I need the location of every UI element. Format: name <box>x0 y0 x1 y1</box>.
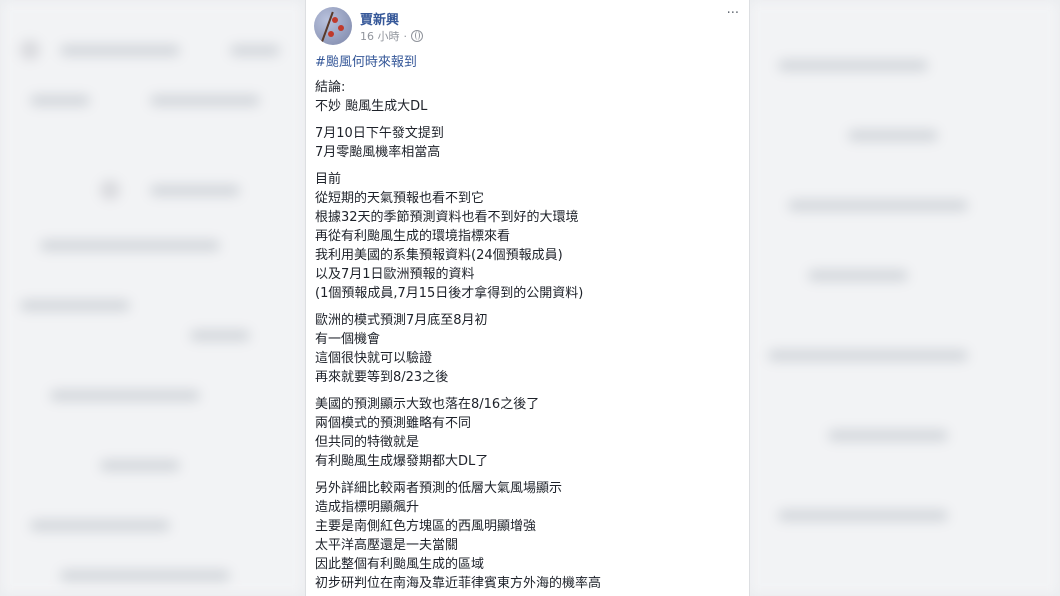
paragraph: 另外詳細比較兩者預測的低層大氣風場顯示 造成指標明顯飆升 主要是南側紅色方塊區的… <box>315 479 740 593</box>
text-line: 太平洋高壓還是一夫當關 <box>315 538 459 553</box>
text-line: 兩個模式的預測雖略有不同 <box>315 416 472 431</box>
text-line: 再來就要等到8/23之後 <box>315 370 449 385</box>
text-line: 結論: <box>315 80 346 95</box>
author-name[interactable]: 賈新興 <box>360 9 399 28</box>
text-line: 這個很快就可以驗證 <box>315 351 433 366</box>
paragraph: 目前 從短期的天氣預報也看不到它 根據32天的季節預測資料也看不到好的大環境 再… <box>315 170 740 303</box>
hashtag-link[interactable]: #颱風何時來報到 <box>315 53 740 72</box>
text-line: 初步研判位在南海及靠近菲律賓東方外海的機率高 <box>315 576 602 591</box>
text-line: 造成指標明顯飆升 <box>315 500 420 515</box>
text-line: (1個預報成員,7月15日後才拿得到的公開資料) <box>315 286 584 301</box>
text-line: 有利颱風生成爆發期都大DL了 <box>315 454 489 469</box>
paragraph: 歐洲的模式預測7月底至8月初 有一個機會 這個很快就可以驗證 再來就要等到8/2… <box>315 311 740 387</box>
text-line: 根據32天的季節預測資料也看不到好的大環境 <box>315 210 579 225</box>
blurred-right-column <box>748 0 1060 596</box>
blurred-left-column <box>0 0 305 596</box>
text-line: 我利用美國的系集預報資料(24個預報成員) <box>315 248 563 263</box>
text-line: 再從有利颱風生成的環境指標來看 <box>315 229 511 244</box>
text-line: 從短期的天氣預報也看不到它 <box>315 191 485 206</box>
paragraph: 結論: 不妙 颱風生成大DL <box>315 78 740 116</box>
text-line: 7月10日下午發文提到 <box>315 126 444 141</box>
meta-separator: · <box>403 29 408 43</box>
globe-icon[interactable] <box>411 30 423 42</box>
text-line: 主要是南側紅色方塊區的西風明顯增強 <box>315 519 537 534</box>
text-line: 但共同的特徵就是 <box>315 435 420 450</box>
text-line: 以及7月1日歐洲預報的資料 <box>315 267 475 282</box>
text-line: 美國的預測顯示大致也落在8/16之後了 <box>315 397 540 412</box>
avatar[interactable] <box>314 7 352 45</box>
post-timestamp[interactable]: 16 小時 <box>360 28 400 44</box>
paragraph: 美國的預測顯示大致也落在8/16之後了 兩個模式的預測雖略有不同 但共同的特徵就… <box>315 395 740 471</box>
text-line: 有一個機會 <box>315 332 381 347</box>
post-meta: 16 小時 · <box>360 28 423 44</box>
text-line: 不妙 颱風生成大DL <box>315 99 428 114</box>
text-line: 因此整個有利颱風生成的區域 <box>315 557 485 572</box>
text-line: 另外詳細比較兩者預測的低層大氣風場顯示 <box>315 481 563 496</box>
post-body: #颱風何時來報到 結論: 不妙 颱風生成大DL 7月10日下午發文提到 7月零颱… <box>315 53 740 596</box>
text-line: 目前 <box>315 172 342 187</box>
text-line: 7月零颱風機率相當高 <box>315 145 441 160</box>
more-options-icon[interactable]: ··· <box>727 6 739 21</box>
paragraph: 7月10日下午發文提到 7月零颱風機率相當高 <box>315 124 740 162</box>
text-line: 歐洲的模式預測7月底至8月初 <box>315 313 488 328</box>
facebook-post: 賈新興 16 小時 · ··· #颱風何時來報到 結論: 不妙 颱風生成大DL … <box>305 0 750 596</box>
